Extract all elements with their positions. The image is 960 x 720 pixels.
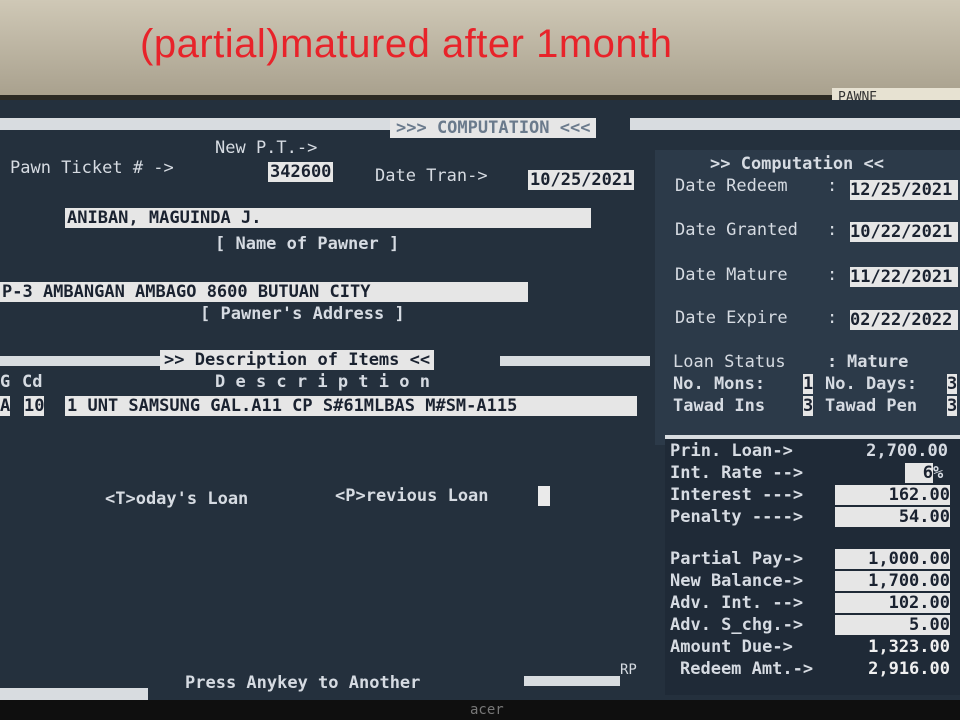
redeem-amt-value: 2,916.00 bbox=[868, 659, 950, 679]
date-expire-label: Date Expire bbox=[675, 308, 788, 328]
no-mons-label: No. Mons: bbox=[673, 374, 766, 394]
redeem-amt-label: Redeem Amt.-> bbox=[680, 659, 814, 679]
colon: : bbox=[827, 220, 838, 240]
photo-caption: (partial)matured after 1month bbox=[140, 22, 673, 66]
loan-status-value: Mature bbox=[847, 352, 909, 372]
pawn-ticket-label: Pawn Ticket # -> bbox=[10, 158, 174, 178]
amount-due-label: Amount Due-> bbox=[670, 637, 793, 657]
text-cursor bbox=[538, 486, 550, 506]
footer-divider-left bbox=[0, 688, 148, 700]
colon: : bbox=[827, 176, 838, 196]
tawad-ins-value[interactable]: 3 bbox=[803, 396, 814, 416]
calculation-panel: Prin. Loan-> 2,700.00 Int. Rate --> 6 % … bbox=[665, 435, 960, 695]
previous-loan-option[interactable]: <P>revious Loan bbox=[335, 486, 489, 506]
colon: : bbox=[827, 265, 838, 285]
col-cd-header: Cd bbox=[22, 372, 43, 392]
date-redeem-label: Date Redeem bbox=[675, 176, 788, 196]
penalty-value[interactable]: 54.00 bbox=[835, 507, 950, 527]
amount-due-value: 1,323.00 bbox=[868, 637, 950, 657]
item-cd-value[interactable]: 10 bbox=[24, 396, 45, 416]
calc-top-border bbox=[665, 435, 960, 439]
name-caption: [ Name of Pawner ] bbox=[215, 234, 400, 254]
date-mature-label: Date Mature bbox=[675, 265, 788, 285]
monitor-bezel: acer bbox=[0, 700, 960, 720]
date-tran-label: Date Tran-> bbox=[375, 166, 488, 186]
rp-indicator: RP bbox=[620, 662, 637, 678]
adv-schg-value[interactable]: 5.00 bbox=[835, 615, 950, 635]
col-g-header: G bbox=[0, 372, 11, 392]
int-rate-value[interactable]: 6 bbox=[905, 463, 933, 483]
no-days-label: No. Days: bbox=[825, 374, 918, 394]
new-balance-label: New Balance-> bbox=[670, 571, 804, 591]
partial-pay-label: Partial Pay-> bbox=[670, 549, 804, 569]
item-description-value[interactable]: 1 UNT SAMSUNG GAL.A11 CP S#61MLBAS M#SM-… bbox=[65, 396, 637, 416]
pawner-name-field[interactable]: ANIBAN, MAGUINDA J. bbox=[65, 208, 591, 228]
item-g-value[interactable]: A bbox=[0, 396, 11, 416]
tawad-pen-value[interactable]: 3 bbox=[947, 396, 958, 416]
footer-prompt: Press Anykey to Another bbox=[185, 673, 421, 693]
items-divider-left bbox=[0, 356, 160, 366]
col-description-header: D e s c r i p t i o n bbox=[215, 372, 430, 392]
tawad-pen-label: Tawad Pen bbox=[825, 396, 918, 416]
adv-int-value[interactable]: 102.00 bbox=[835, 593, 950, 613]
footer-divider-right bbox=[524, 676, 620, 686]
date-expire-value[interactable]: 02/22/2022 bbox=[850, 310, 958, 330]
computation-panel: >> Computation << Date Redeem : 12/25/20… bbox=[655, 150, 960, 445]
computation-header: >>> COMPUTATION <<< bbox=[390, 118, 597, 138]
date-redeem-value[interactable]: 12/25/2021 bbox=[850, 180, 958, 200]
prin-loan-label: Prin. Loan-> bbox=[670, 441, 793, 461]
items-header: >> Description of Items << bbox=[160, 350, 435, 370]
new-balance-value[interactable]: 1,700.00 bbox=[835, 571, 950, 591]
int-rate-unit: % bbox=[933, 463, 944, 483]
items-divider-right bbox=[500, 356, 650, 366]
pawn-ticket-value[interactable]: 342600 bbox=[268, 162, 334, 182]
colon: : bbox=[827, 308, 838, 328]
no-days-value[interactable]: 3 bbox=[947, 374, 958, 394]
monitor-brand-logo: acer bbox=[470, 702, 504, 718]
interest-value[interactable]: 162.00 bbox=[835, 485, 950, 505]
colon: : bbox=[827, 352, 838, 372]
loan-status-label: Loan Status bbox=[673, 352, 786, 372]
interest-label: Interest ---> bbox=[670, 485, 804, 505]
tawad-ins-label: Tawad Ins bbox=[673, 396, 766, 416]
right-panel-header: >> Computation << bbox=[710, 154, 884, 174]
penalty-label: Penalty ----> bbox=[670, 507, 804, 527]
date-granted-label: Date Granted bbox=[675, 220, 798, 240]
pawner-address-field[interactable]: P-3 AMBANGAN AMBAGO 8600 BUTUAN CITY bbox=[0, 282, 528, 302]
adv-int-label: Adv. Int. --> bbox=[670, 593, 804, 613]
partial-pay-value[interactable]: 1,000.00 bbox=[835, 549, 950, 569]
no-mons-value[interactable]: 1 bbox=[803, 374, 814, 394]
int-rate-label: Int. Rate --> bbox=[670, 463, 804, 483]
date-granted-value[interactable]: 10/22/2021 bbox=[850, 222, 958, 242]
terminal-screen: >>> COMPUTATION <<< New P.T.-> Pawn Tick… bbox=[0, 100, 960, 700]
top-divider-right bbox=[630, 118, 960, 130]
adv-schg-label: Adv. S_chg.-> bbox=[670, 615, 804, 635]
date-mature-value[interactable]: 11/22/2021 bbox=[850, 267, 958, 287]
address-caption: [ Pawner's Address ] bbox=[200, 304, 405, 324]
top-divider-left bbox=[0, 118, 390, 130]
date-tran-value[interactable]: 10/25/2021 bbox=[528, 170, 635, 190]
todays-loan-option[interactable]: <T>oday's Loan bbox=[105, 489, 248, 509]
new-pt-label: New P.T.-> bbox=[215, 138, 318, 158]
prin-loan-value: 2,700.00 bbox=[866, 441, 948, 461]
